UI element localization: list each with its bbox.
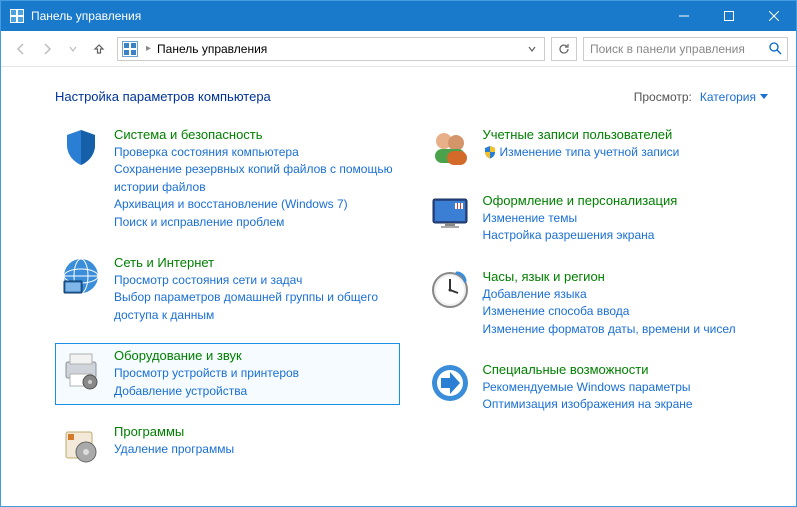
content-area: Настройка параметров компьютера Просмотр… (1, 67, 796, 481)
category-link[interactable]: Изменение типа учетной записи (483, 144, 764, 161)
minimize-button[interactable] (661, 1, 706, 31)
accessibility-icon (429, 362, 471, 404)
refresh-button[interactable] (551, 37, 577, 61)
users-icon (429, 127, 471, 169)
search-box[interactable] (583, 37, 788, 61)
category-title[interactable]: Специальные возможности (483, 362, 764, 377)
programs-icon (60, 424, 102, 466)
viewby-value: Категория (700, 90, 756, 104)
category-link[interactable]: Просмотр состояния сети и задач (114, 272, 395, 289)
titlebar: Панель управления (1, 1, 796, 31)
network-icon (60, 255, 102, 297)
category-link[interactable]: Выбор параметров домашней группы и общег… (114, 289, 395, 324)
recent-dropdown[interactable] (61, 37, 85, 61)
maximize-button[interactable] (706, 1, 751, 31)
window-title: Панель управления (31, 9, 661, 23)
category-grid: Система и безопасность Проверка состояни… (55, 122, 768, 471)
close-button[interactable] (751, 1, 796, 31)
category-programs: Программы Удаление программы (55, 419, 400, 471)
page-title: Настройка параметров компьютера (55, 89, 634, 104)
printer-icon (60, 348, 102, 390)
shield-icon (60, 127, 102, 169)
column-right: Учетные записи пользователей Изменение т… (424, 122, 769, 471)
category-access: Специальные возможности Рекомендуемые Wi… (424, 357, 769, 419)
category-link[interactable]: Изменение способа ввода (483, 303, 764, 320)
category-link[interactable]: Настройка разрешения экрана (483, 227, 764, 244)
category-hardware: Оборудование и звук Просмотр устройств и… (55, 343, 400, 405)
forward-button[interactable] (35, 37, 59, 61)
chevron-right-icon: ▸ (142, 43, 155, 54)
control-panel-icon (9, 8, 25, 24)
chevron-down-icon (760, 94, 768, 100)
category-accounts: Учетные записи пользователей Изменение т… (424, 122, 769, 174)
breadcrumb-root[interactable]: Панель управления (155, 40, 269, 58)
category-title[interactable]: Часы, язык и регион (483, 269, 764, 284)
monitor-icon (429, 193, 471, 235)
search-input[interactable] (584, 42, 763, 56)
category-link[interactable]: Проверка состояния компьютера (114, 144, 395, 161)
category-link[interactable]: Добавление языка (483, 286, 764, 303)
category-link[interactable]: Изменение темы (483, 210, 764, 227)
category-link[interactable]: Изменение форматов даты, времени и чисел (483, 321, 764, 338)
up-button[interactable] (87, 37, 111, 61)
search-icon[interactable] (763, 42, 787, 55)
back-button[interactable] (9, 37, 33, 61)
category-link[interactable]: Удаление программы (114, 441, 395, 458)
address-bar[interactable]: ▸ Панель управления (117, 37, 545, 61)
category-title[interactable]: Оборудование и звук (114, 348, 395, 363)
category-clock: Часы, язык и регион Добавление языка Изм… (424, 264, 769, 343)
viewby-label: Просмотр: (634, 90, 692, 104)
category-title[interactable]: Программы (114, 424, 395, 439)
viewby-selector[interactable]: Категория (700, 90, 768, 104)
column-left: Система и безопасность Проверка состояни… (55, 122, 400, 471)
category-network: Сеть и Интернет Просмотр состояния сети … (55, 250, 400, 329)
category-link[interactable]: Поиск и исправление проблем (114, 214, 395, 231)
category-link[interactable]: Добавление устройства (114, 383, 395, 400)
category-title[interactable]: Оформление и персонализация (483, 193, 764, 208)
control-panel-icon (122, 41, 138, 57)
category-appearance: Оформление и персонализация Изменение те… (424, 188, 769, 250)
category-title[interactable]: Сеть и Интернет (114, 255, 395, 270)
category-system: Система и безопасность Проверка состояни… (55, 122, 400, 236)
category-link[interactable]: Просмотр устройств и принтеров (114, 365, 395, 382)
category-link[interactable]: Архивация и восстановление (Windows 7) (114, 196, 395, 213)
navbar: ▸ Панель управления (1, 31, 796, 67)
category-link[interactable]: Сохранение резервных копий файлов с помо… (114, 161, 395, 196)
clock-icon (429, 269, 471, 311)
category-title[interactable]: Учетные записи пользователей (483, 127, 764, 142)
category-title[interactable]: Система и безопасность (114, 127, 395, 142)
uac-shield-icon (483, 145, 497, 159)
content-header: Настройка параметров компьютера Просмотр… (55, 89, 768, 104)
category-link[interactable]: Рекомендуемые Windows параметры (483, 379, 764, 396)
address-dropdown[interactable] (522, 42, 542, 56)
category-link[interactable]: Оптимизация изображения на экране (483, 396, 764, 413)
category-link-text: Изменение типа учетной записи (500, 145, 680, 159)
